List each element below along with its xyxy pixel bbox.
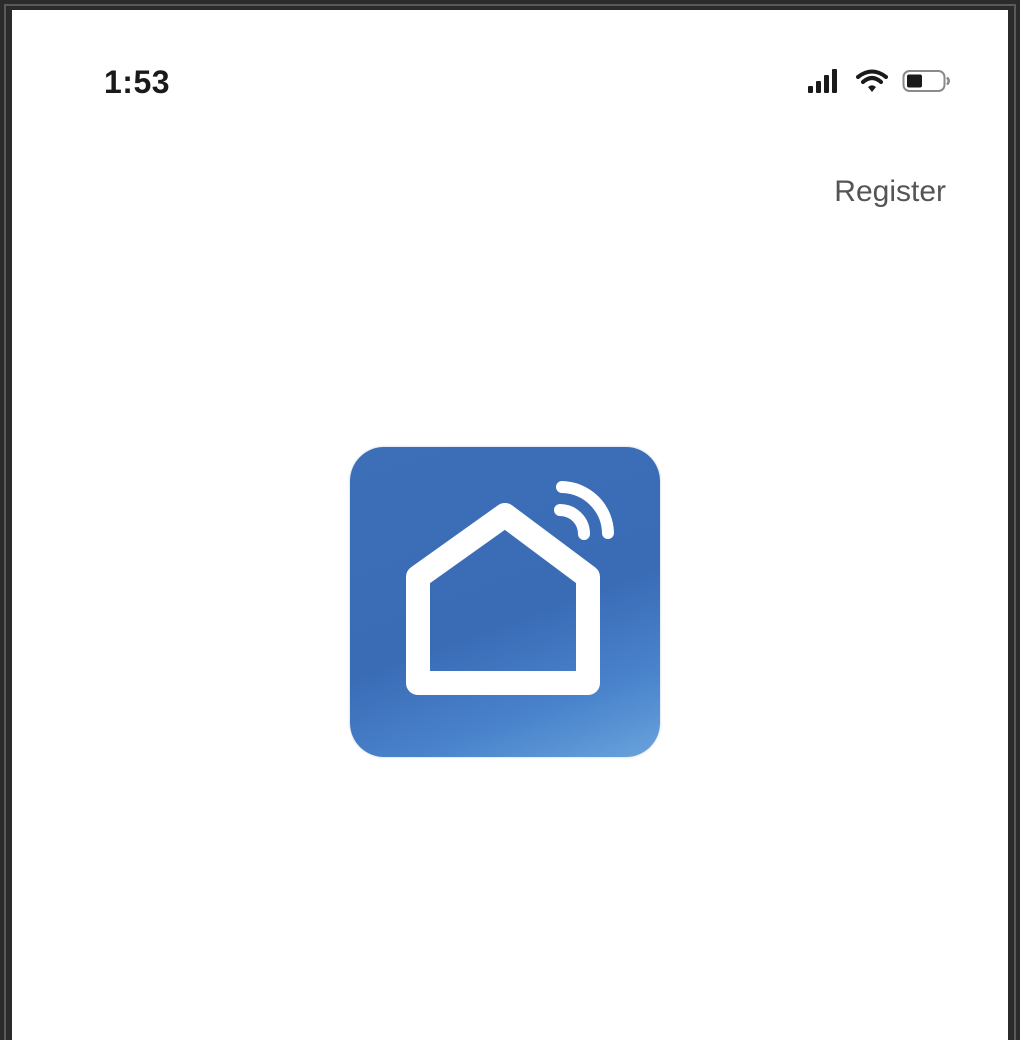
status-bar: 1:53 [12,10,1008,140]
device-frame: 1:53 Register [0,0,1020,1040]
app-logo [350,447,660,757]
status-time: 1:53 [104,64,171,100]
register-link[interactable]: Register [834,175,946,209]
smart-home-icon [406,481,614,695]
battery-icon [902,69,952,93]
status-icons [808,66,952,96]
wifi-icon [856,69,888,93]
cellular-signal-icon [808,69,842,93]
login-screen: 1:53 Register [12,10,1008,1040]
